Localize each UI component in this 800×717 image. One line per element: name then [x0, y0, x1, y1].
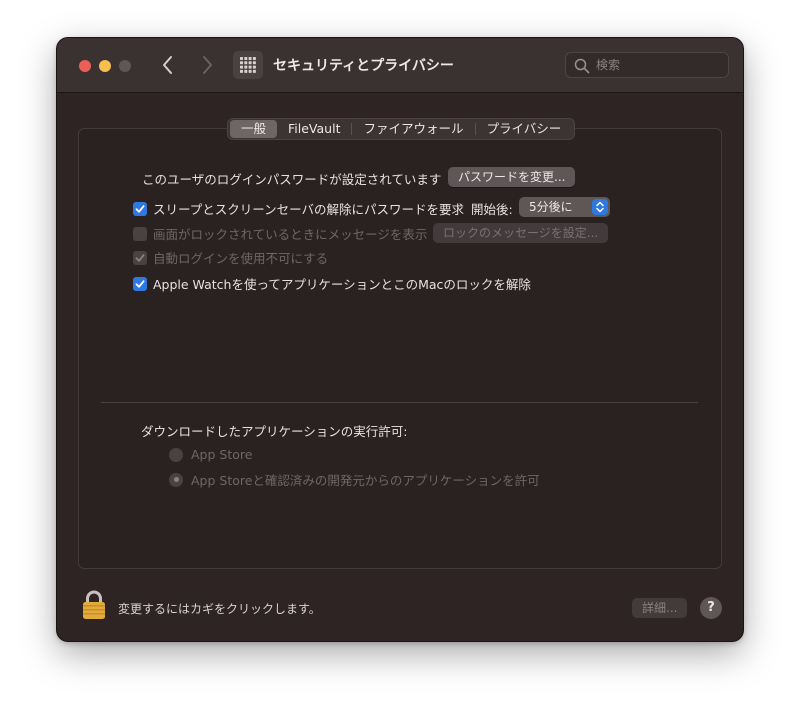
checkmark-icon: [135, 253, 145, 262]
identified-developers-radio-label: App Storeと確認済みの開発元からのアプリケーションを許可: [191, 473, 540, 488]
grid-icon[interactable]: [233, 51, 263, 79]
delay-popup[interactable]: 5分後に: [519, 197, 610, 217]
chevron-right-icon[interactable]: [195, 52, 219, 78]
show-message-label: 画面がロックされているときにメッセージを表示: [153, 227, 428, 242]
delay-value: 5分後に: [529, 200, 573, 214]
preferences-window: セキュリティとプライバシー 一般 FileVault ファイアウォール プライバ…: [57, 38, 743, 641]
title-bar: セキュリティとプライバシー: [57, 38, 743, 93]
require-password-label: スリープとスクリーンセーバの解除にパスワードを要求: [153, 202, 465, 217]
require-password-checkbox[interactable]: [133, 201, 147, 216]
require-password-row: スリープとスクリーンセーバの解除にパスワードを要求: [133, 199, 464, 218]
app-store-radio-label: App Store: [191, 447, 253, 462]
download-option-identified: App Storeと確認済みの開発元からのアプリケーションを許可: [169, 470, 540, 489]
disable-autologin-label: 自動ログインを使用不可にする: [153, 251, 329, 266]
delay-label-row: 開始後:: [471, 199, 513, 218]
disable-autologin-row: 自動ログインを使用不可にする: [133, 248, 328, 267]
change-password-button[interactable]: パスワードを変更...: [448, 167, 576, 187]
downloads-heading-row: ダウンロードしたアプリケーションの実行許可:: [141, 421, 407, 440]
show-message-row: 画面がロックされているときにメッセージを表示: [133, 224, 427, 243]
identified-developers-radio[interactable]: [169, 472, 183, 487]
search-input[interactable]: [596, 56, 720, 74]
radio-dot: [173, 477, 179, 482]
delay-label: 開始後:: [471, 202, 513, 217]
tab-filevault[interactable]: FileVault: [277, 120, 351, 138]
window-title: セキュリティとプライバシー: [273, 58, 454, 74]
show-message-checkbox[interactable]: [133, 226, 147, 241]
download-option-app-store: App Store: [169, 447, 252, 462]
zoom-icon[interactable]: [119, 60, 131, 72]
checkmark-icon: [135, 279, 145, 288]
tab-bar: 一般 FileVault ファイアウォール プライバシー: [227, 118, 576, 140]
content-panel: [78, 128, 722, 569]
disable-autologin-checkbox[interactable]: [133, 250, 147, 265]
help-button[interactable]: ?: [700, 597, 722, 619]
tab-firewall[interactable]: ファイアウォール: [352, 120, 474, 138]
password-status-row: このユーザのログインパスワードが設定されています: [142, 169, 441, 188]
apple-watch-label: Apple Watchを使ってアプリケーションとこのMacのロックを解除: [153, 277, 531, 292]
tab-general[interactable]: 一般: [230, 120, 278, 138]
app-store-radio[interactable]: [169, 447, 183, 462]
search-field[interactable]: [565, 52, 729, 78]
chevron-updown-icon: [592, 199, 608, 215]
set-lock-message-button[interactable]: ロックのメッセージを設定...: [433, 223, 609, 243]
search-icon: [574, 58, 590, 74]
minimize-icon[interactable]: [99, 60, 111, 72]
apple-watch-checkbox[interactable]: [133, 276, 147, 291]
password-status-text: このユーザのログインパスワードが設定されています: [142, 172, 442, 187]
section-divider: [101, 402, 698, 403]
chevron-left-icon[interactable]: [156, 52, 180, 78]
apple-watch-row: Apple Watchを使ってアプリケーションとこのMacのロックを解除: [133, 274, 531, 293]
lock-status-text: 変更するにはカギをクリックします。: [118, 602, 321, 616]
downloads-heading: ダウンロードしたアプリケーションの実行許可:: [141, 424, 408, 439]
advanced-button[interactable]: 詳細...: [632, 598, 688, 618]
checkmark-icon: [135, 204, 145, 213]
close-icon[interactable]: [79, 60, 91, 72]
tab-privacy[interactable]: プライバシー: [476, 120, 573, 138]
lock-icon[interactable]: [82, 590, 106, 624]
